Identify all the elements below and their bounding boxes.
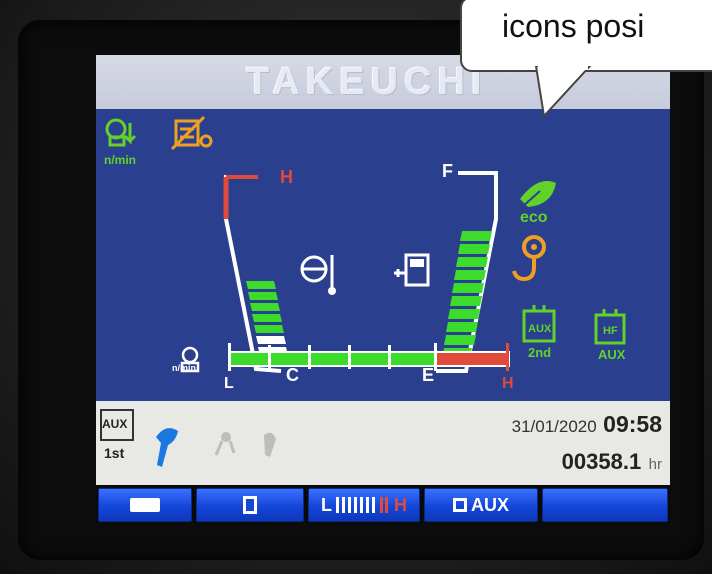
speed-high-bars [380, 497, 390, 513]
aux-key-label: AUX [470, 494, 509, 515]
monitor-screen: TAKEUCHI n/min H C F E eco AUX 2nd HF AU… [96, 55, 670, 523]
aux-mode-top-label: AUX [102, 417, 128, 431]
hour-meter-unit: hr [648, 456, 662, 473]
engine-speed-icon [105, 118, 137, 147]
status-bar: AUX 1st 31/01/2020 09:58 00358.1 hr [96, 401, 670, 485]
screen-switch-icon [130, 498, 160, 512]
eco-mode-icon [520, 181, 556, 208]
rpm-low-label: L [224, 375, 234, 392]
temp-hot-label: H [280, 167, 293, 187]
aux-mode-bottom-label: 1st [104, 445, 125, 461]
fuel-icon [394, 253, 430, 287]
soft-key-bar: L H AUX [96, 485, 670, 523]
aux-key-icon [452, 498, 467, 512]
hour-meter-value: 00358.1 [561, 449, 642, 474]
soft-key-2[interactable] [196, 488, 304, 522]
aux-2nd-top-label: AUX [528, 323, 552, 335]
hour-meter: 00358.1 hr [562, 449, 662, 475]
rpm-bar-red [434, 351, 510, 367]
soft-key-4[interactable]: AUX [424, 488, 538, 522]
engine-speed-label: n/min [104, 153, 136, 167]
auto-decel-off-icon [170, 115, 213, 151]
eco-label: eco [520, 209, 548, 226]
time-text: 09:58 [603, 411, 662, 437]
speed-low-label: L [321, 494, 332, 515]
breaker-icon [264, 432, 276, 457]
date-text: 31/01/2020 [511, 417, 597, 436]
annotation-callout: icons posi [460, 0, 712, 72]
speed-level-bars [336, 497, 376, 513]
fuel-full-label: F [442, 161, 453, 181]
rpm-bar-green [228, 351, 438, 367]
soft-key-1[interactable] [98, 488, 192, 522]
rpm-unit-label: n/min [172, 363, 196, 373]
grapple-icon [214, 432, 236, 456]
rpm-gauge: n/min L H [96, 335, 670, 401]
datetime: 31/01/2020 09:58 [512, 411, 662, 438]
coolant-temp-icon [300, 255, 336, 295]
callout-text: icons posi [502, 8, 645, 44]
brand-logo: TAKEUCHI [246, 61, 488, 103]
rpm-high-label: H [502, 375, 514, 392]
soft-key-5[interactable] [542, 488, 668, 522]
hourglass-icon [243, 496, 257, 514]
hammer-icon [156, 428, 178, 467]
attachment-icons [156, 428, 276, 467]
speed-high-label: H [394, 494, 407, 515]
lifting-hook-icon [512, 235, 546, 282]
callout-pointer [534, 66, 592, 118]
soft-key-3[interactable]: L H [308, 488, 420, 522]
